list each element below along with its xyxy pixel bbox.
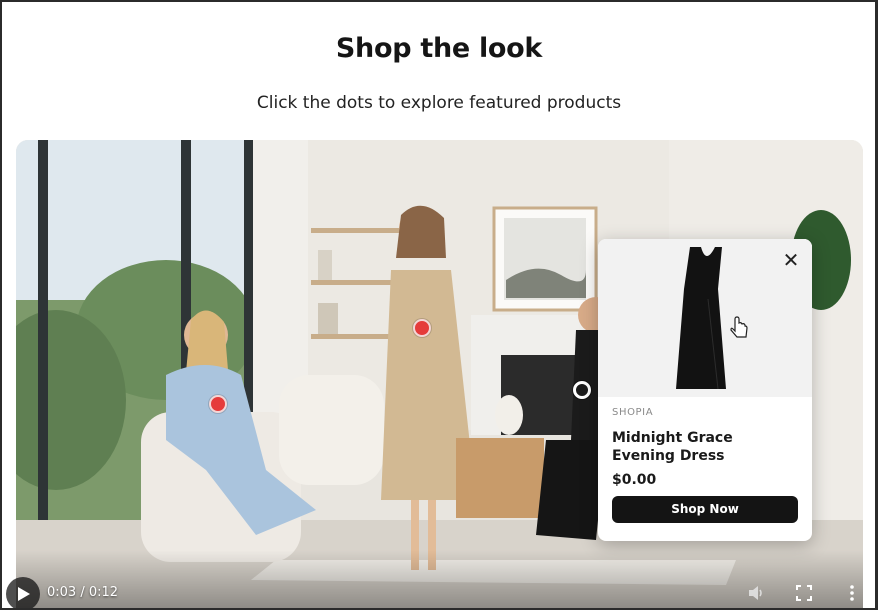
page-title: Shop the look (335, 33, 543, 64)
volume-icon[interactable] (747, 584, 765, 602)
hotspot-trench-coat[interactable] (413, 319, 431, 337)
product-brand: SHOPIA (612, 407, 654, 418)
more-options-icon[interactable] (843, 584, 861, 602)
close-icon[interactable]: ✕ (780, 249, 802, 271)
video-controls: 0:03 / 0:12 (0, 572, 878, 610)
fullscreen-icon[interactable] (795, 584, 813, 602)
product-price: $0.00 (612, 472, 657, 488)
hotspot-black-dress[interactable] (573, 381, 591, 399)
hotspot-blue-dress[interactable] (209, 395, 227, 413)
page-subtitle: Click the dots to explore featured produ… (256, 93, 622, 113)
play-icon (18, 587, 30, 601)
shop-now-button[interactable]: Shop Now (612, 496, 798, 523)
play-button[interactable] (6, 577, 40, 610)
product-name[interactable]: Midnight Grace Evening Dress (612, 429, 798, 465)
playback-time: 0:03 / 0:12 (47, 585, 119, 600)
product-card: ✕ SHOPIA Midnight Grace Evening Dress $0… (598, 239, 812, 541)
